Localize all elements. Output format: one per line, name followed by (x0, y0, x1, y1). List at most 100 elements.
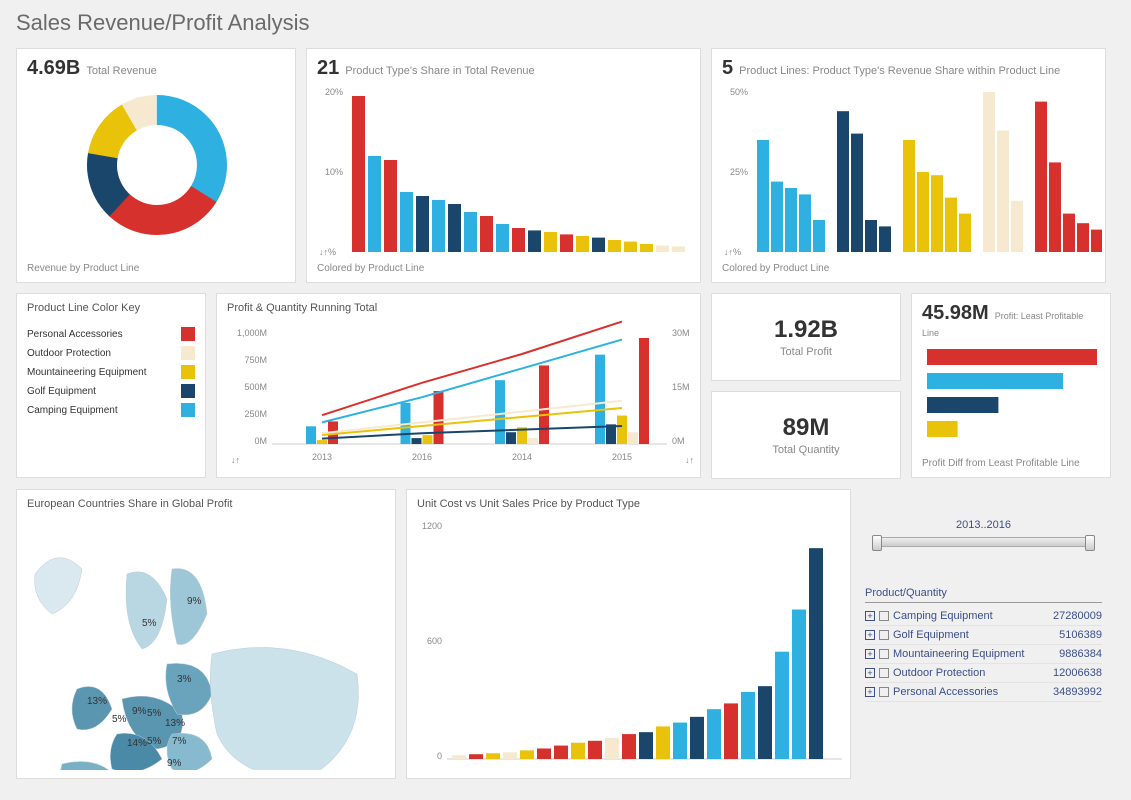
expand-icon[interactable]: + (865, 649, 875, 659)
bar5-card[interactable]: 5 Product Lines: Product Type's Revenue S… (711, 48, 1106, 283)
bar5-kpi-label: Product Lines: Product Type's Revenue Sh… (739, 65, 1060, 77)
donut-footer: Revenue by Product Line (27, 263, 285, 274)
legend-label: Outdoor Protection (27, 348, 181, 359)
expand-icon[interactable]: + (865, 687, 875, 697)
svg-text:9%: 9% (167, 758, 182, 769)
checkbox[interactable] (879, 649, 889, 659)
svg-text:↓↑: ↓↑ (685, 455, 694, 465)
running-chart: 1,000M 750M 500M 250M 0M 30M 15M 0M 2013… (227, 318, 697, 468)
tree-row[interactable]: + Mountaineering Equipment 9886384 (865, 645, 1102, 664)
map-title: European Countries Share in Global Profi… (27, 498, 385, 510)
svg-text:2016: 2016 (412, 452, 432, 462)
legend-row[interactable]: Mountaineering Equipment (27, 365, 195, 379)
legend-row[interactable]: Camping Equipment (27, 403, 195, 417)
legend-row[interactable]: Outdoor Protection (27, 346, 195, 360)
donut-card[interactable]: 4.69B Total Revenue Revenue by Product Li… (16, 48, 296, 283)
svg-text:9%: 9% (132, 706, 147, 717)
checkbox[interactable] (879, 630, 889, 640)
svg-text:14%: 14% (127, 738, 147, 749)
bar21-footer: Colored by Product Line (317, 263, 690, 274)
tree-label: Mountaineering Equipment (893, 648, 1024, 660)
total-profit-label: Total Profit (722, 346, 890, 358)
tree-label: Personal Accessories (893, 686, 998, 698)
legend-label: Camping Equipment (27, 405, 181, 416)
bar21-card[interactable]: 21Product Type's Share in Total Revenue … (306, 48, 701, 283)
running-card[interactable]: Profit & Quantity Running Total 1,000M 7… (216, 293, 701, 478)
tree-value: 9886384 (1059, 648, 1102, 660)
legend-swatch (181, 327, 195, 341)
svg-text:9%: 9% (187, 596, 202, 607)
svg-text:5%: 5% (147, 708, 162, 719)
legend-swatch (181, 384, 195, 398)
svg-text:7%: 7% (172, 736, 187, 747)
slider-label: 2013..2016 (867, 519, 1100, 531)
tree-label: Golf Equipment (893, 629, 969, 641)
slider-track[interactable] (875, 537, 1092, 547)
bar21-kpi-label: Product Type's Share in Total Revenue (345, 65, 534, 77)
svg-text:5%: 5% (112, 714, 127, 725)
expand-icon[interactable]: + (865, 611, 875, 621)
bar21-kpi: 21 (317, 57, 339, 79)
svg-text:1200: 1200 (422, 521, 442, 531)
svg-text:600: 600 (427, 636, 442, 646)
checkbox[interactable] (879, 668, 889, 678)
expand-icon[interactable]: + (865, 630, 875, 640)
unitcost-chart: 1200 600 0 (417, 514, 847, 770)
europe-map: 9%5%3%13%9%5%5%13%14%5%7%9%8% (27, 514, 392, 770)
unitcost-title: Unit Cost vs Unit Sales Price by Product… (417, 498, 840, 510)
total-qty-card[interactable]: 89M Total Quantity (711, 391, 901, 479)
legend-swatch (181, 346, 195, 360)
bar21-chart: 20% 10% ↓↑% (317, 80, 697, 260)
year-slider[interactable]: 2013..2016 (867, 519, 1100, 547)
bar5-chart: 50% 25% ↓↑% (722, 80, 1102, 260)
total-profit-value: 1.92B (722, 316, 890, 344)
svg-text:750M: 750M (244, 355, 267, 365)
svg-text:2015: 2015 (612, 452, 632, 462)
svg-text:5%: 5% (147, 736, 162, 747)
total-qty-label: Total Quantity (722, 444, 890, 456)
unitcost-card[interactable]: Unit Cost vs Unit Sales Price by Product… (406, 489, 851, 779)
svg-text:15M: 15M (672, 382, 690, 392)
filter-panel: 2013..2016 Product/Quantity +Camping Equ… (861, 489, 1106, 779)
svg-text:1,000M: 1,000M (237, 328, 267, 338)
donut-chart (27, 80, 287, 250)
tree-row[interactable]: +Personal Accessories34893992 (865, 683, 1102, 702)
svg-text:25%: 25% (730, 167, 748, 177)
bar5-footer: Colored by Product Line (722, 263, 1095, 274)
svg-text:2014: 2014 (512, 452, 532, 462)
checkbox[interactable] (879, 611, 889, 621)
tree-row[interactable]: +Outdoor Protection12006638 (865, 664, 1102, 683)
total-qty-value: 89M (722, 414, 890, 442)
bar5-kpi: 5 (722, 57, 733, 79)
tree-row[interactable]: +Camping Equipment27280009 (865, 607, 1102, 626)
running-title: Profit & Quantity Running Total (227, 302, 690, 314)
slider-handle-right[interactable] (1085, 535, 1095, 551)
row-1: 4.69B Total Revenue Revenue by Product Li… (16, 48, 1115, 283)
svg-text:2013: 2013 (312, 452, 332, 462)
legend-row[interactable]: Golf Equipment (27, 384, 195, 398)
legend-swatch (181, 403, 195, 417)
svg-text:50%: 50% (730, 87, 748, 97)
slider-handle-left[interactable] (872, 535, 882, 551)
legend-card: Product Line Color Key Personal Accessor… (16, 293, 206, 478)
svg-text:3%: 3% (177, 674, 192, 685)
total-profit-card[interactable]: 1.92B Total Profit (711, 293, 901, 381)
expand-icon[interactable]: + (865, 668, 875, 678)
tree-row[interactable]: +Golf Equipment5106389 (865, 626, 1102, 645)
row-2: Product Line Color Key Personal Accessor… (16, 293, 1115, 479)
donut-kpi-label: Total Revenue (86, 65, 156, 77)
least-profit-card[interactable]: 45.98MProfit: Least Profitable Line Prof… (911, 293, 1111, 478)
map-card[interactable]: European Countries Share in Global Profi… (16, 489, 396, 779)
donut-kpi: 4.69B (27, 57, 80, 79)
svg-text:0M: 0M (254, 436, 267, 446)
svg-text:500M: 500M (244, 382, 267, 392)
legend-row[interactable]: Personal Accessories (27, 327, 195, 341)
svg-text:↓↑: ↓↑ (231, 455, 240, 465)
checkbox[interactable] (879, 687, 889, 697)
svg-text:13%: 13% (165, 718, 185, 729)
svg-text:250M: 250M (244, 409, 267, 419)
row-3: European Countries Share in Global Profi… (16, 489, 1115, 779)
tree-header: Product/Quantity (865, 587, 1102, 603)
legend-label: Personal Accessories (27, 329, 181, 340)
svg-text:20%: 20% (325, 87, 343, 97)
